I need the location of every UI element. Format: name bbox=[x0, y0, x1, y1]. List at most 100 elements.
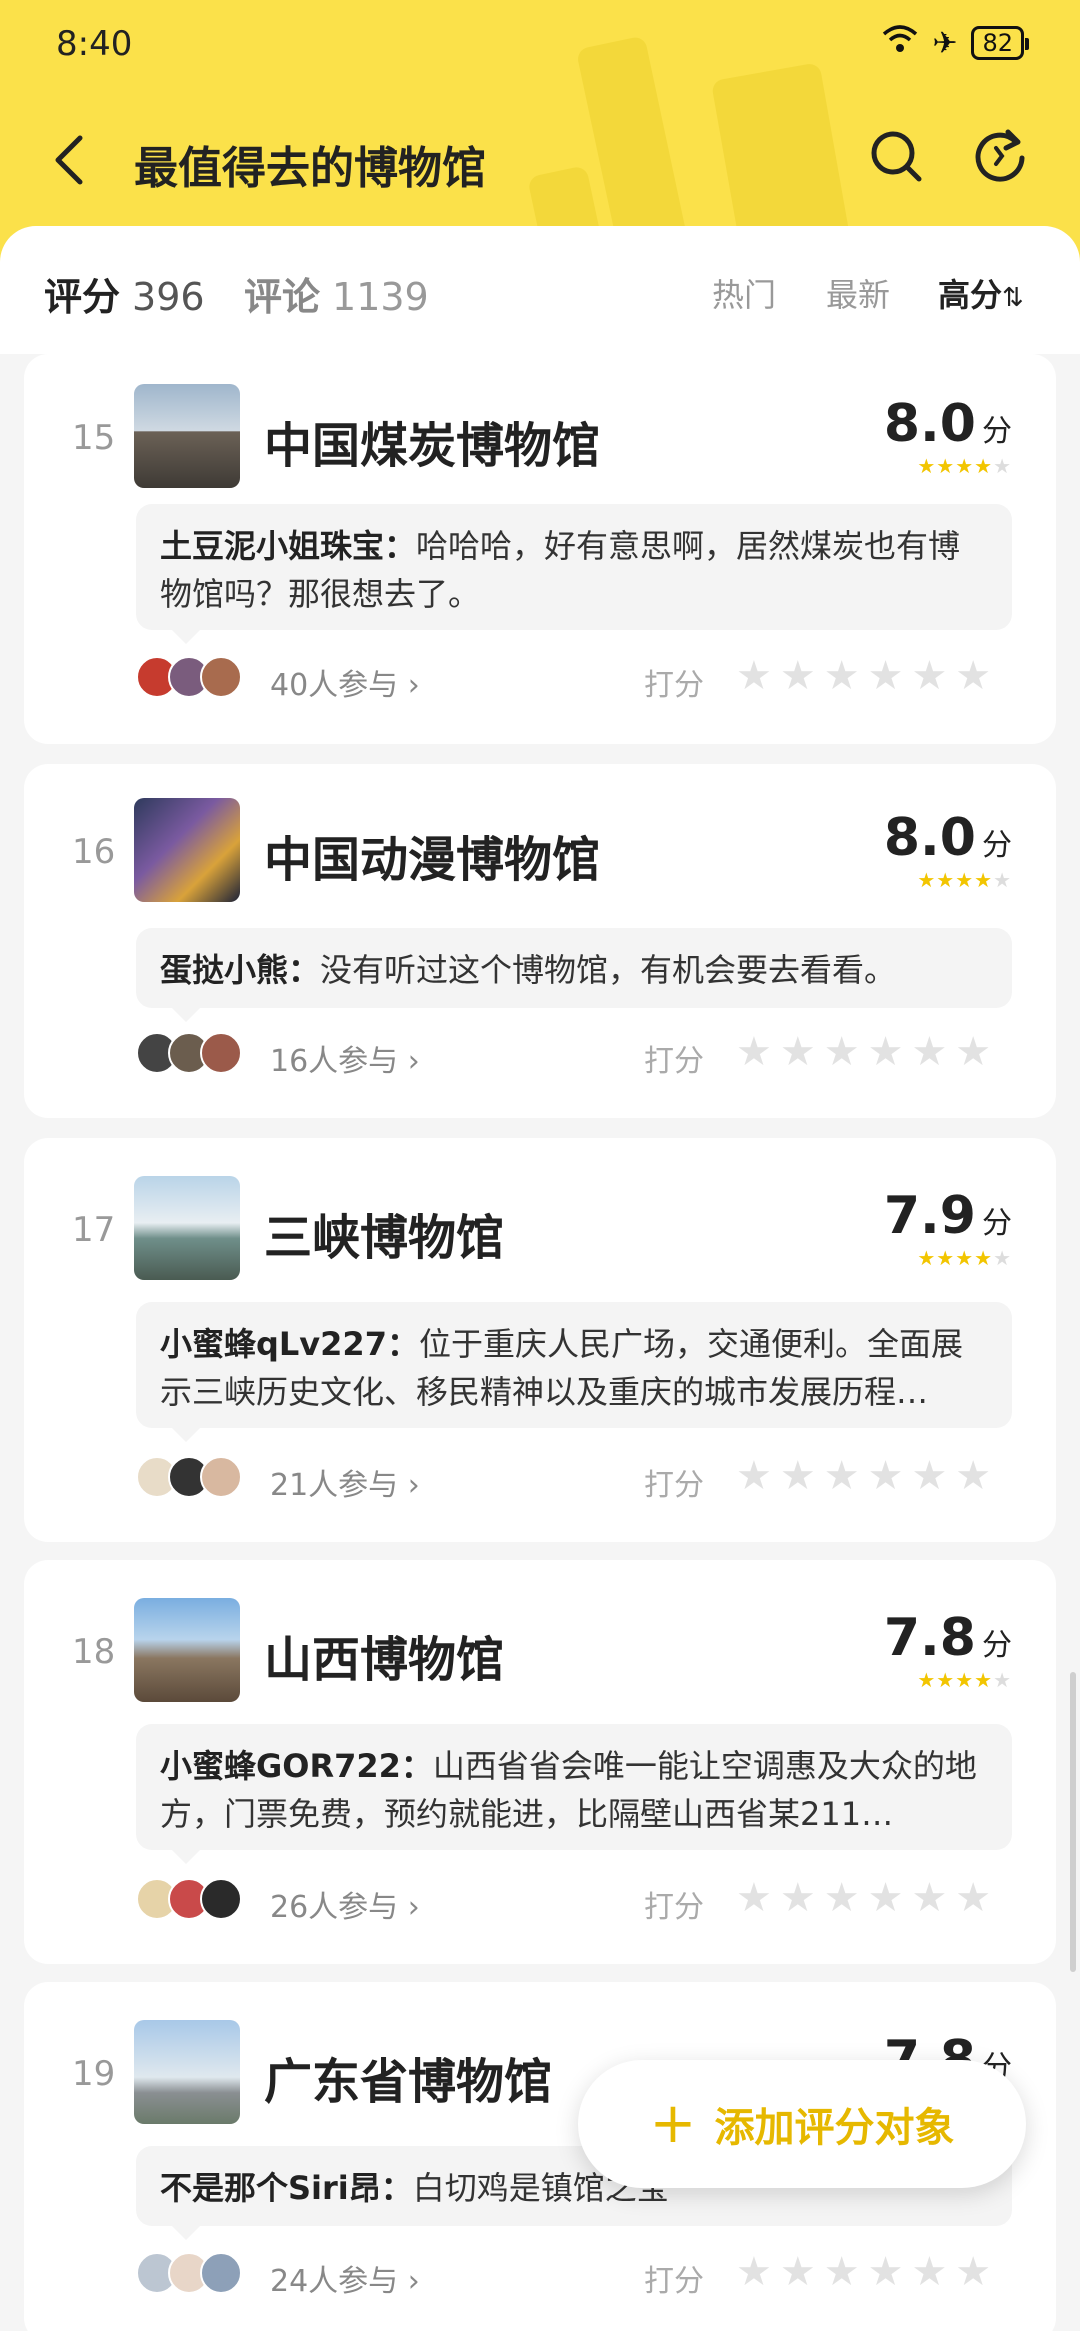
rank-number: 17 bbox=[72, 1210, 116, 1250]
participants-link[interactable]: 24人参与 › bbox=[270, 2256, 420, 2300]
score-value: 7.9 bbox=[883, 1186, 976, 1246]
sort-hot-tab[interactable]: 热门 bbox=[712, 270, 776, 316]
star-icon[interactable]: ★ bbox=[824, 656, 860, 696]
comment-text: 没有听过这个博物馆，有机会要去看看。 bbox=[320, 951, 897, 989]
star-icon[interactable]: ★ bbox=[955, 1032, 991, 1072]
rate-stars[interactable]: ★ ★ ★ ★ ★ ★ bbox=[736, 1456, 991, 1496]
commenter-name: 小蜜蜂qLv227： bbox=[160, 1325, 419, 1363]
star-icon[interactable]: ★ bbox=[824, 1456, 860, 1496]
star-icon[interactable]: ★ bbox=[911, 1878, 947, 1918]
commenter-name: 小蜜蜂GOR722： bbox=[160, 1747, 433, 1785]
item-score: 8.0 分 bbox=[884, 808, 1012, 868]
star-icon[interactable]: ★ bbox=[868, 2252, 904, 2292]
participants-link[interactable]: 40人参与 › bbox=[270, 660, 420, 704]
star-icon[interactable]: ★ bbox=[955, 2252, 991, 2292]
star-icon[interactable]: ★ bbox=[780, 2252, 816, 2292]
comment-box[interactable]: 土豆泥小姐珠宝：哈哈哈，好有意思啊，居然煤炭也有博物馆吗？那很想去了。 bbox=[136, 504, 1012, 644]
rate-label: 打分 bbox=[644, 2264, 704, 2299]
star-icon[interactable]: ★ bbox=[780, 656, 816, 696]
star-icon[interactable]: ★ bbox=[824, 2252, 860, 2292]
comment-box[interactable]: 蛋挞小熊：没有听过这个博物馆，有机会要去看看。 bbox=[136, 928, 1012, 1022]
list-item[interactable]: 15 中国煤炭博物馆 8.0 分 ★★★★★ 土豆泥小姐珠宝：哈哈哈，好有意思啊，… bbox=[24, 354, 1056, 744]
airplane-icon: ✈ bbox=[932, 25, 958, 61]
rate-stars[interactable]: ★ ★ ★ ★ ★ ★ bbox=[736, 2252, 991, 2292]
star-icon[interactable]: ★ bbox=[868, 1456, 904, 1496]
star-icon[interactable]: ★ bbox=[868, 656, 904, 696]
comment-count: 1139 bbox=[332, 275, 429, 319]
commenter-name: 蛋挞小熊： bbox=[160, 951, 321, 989]
participant-avatars bbox=[136, 1878, 242, 1920]
star-icon[interactable]: ★ bbox=[824, 1032, 860, 1072]
star-icon[interactable]: ★ bbox=[868, 1878, 904, 1918]
comment-box[interactable]: 小蜜蜂qLv227：位于重庆人民广场，交通便利。全面展示三峡历史文化、移民精神以… bbox=[136, 1302, 1012, 1442]
score-unit: 分 bbox=[982, 1206, 1012, 1241]
star-icon[interactable]: ★ bbox=[736, 1878, 772, 1918]
participant-avatars bbox=[136, 1456, 242, 1498]
add-rating-object-button[interactable]: + 添加评分对象 bbox=[578, 2060, 1026, 2188]
refresh-icon[interactable] bbox=[972, 128, 1028, 184]
score-value: 8.0 bbox=[883, 394, 976, 454]
item-name: 山西博物馆 bbox=[264, 1632, 505, 1688]
score-stars: ★★★★★ bbox=[917, 1246, 1012, 1270]
star-icon[interactable]: ★ bbox=[911, 2252, 947, 2292]
item-name: 中国动漫博物馆 bbox=[264, 832, 601, 888]
score-unit: 分 bbox=[982, 414, 1012, 449]
sort-high-tab[interactable]: 高分⇅ bbox=[938, 270, 1024, 316]
rank-number: 16 bbox=[72, 832, 116, 872]
back-button[interactable] bbox=[44, 122, 100, 198]
sort-new-tab[interactable]: 最新 bbox=[826, 270, 890, 316]
rank-number: 18 bbox=[72, 1632, 116, 1672]
participants-link[interactable]: 21人参与 › bbox=[270, 1460, 420, 1504]
star-icon[interactable]: ★ bbox=[955, 656, 991, 696]
comment-stat[interactable]: 评论 1139 bbox=[244, 266, 429, 321]
rate-stars[interactable]: ★ ★ ★ ★ ★ ★ bbox=[736, 1878, 991, 1918]
score-unit: 分 bbox=[982, 1628, 1012, 1663]
score-stat[interactable]: 评分 396 bbox=[44, 266, 205, 321]
rank-number: 19 bbox=[72, 2054, 116, 2094]
item-name: 中国煤炭博物馆 bbox=[264, 418, 601, 474]
score-unit: 分 bbox=[982, 828, 1012, 863]
rate-label: 打分 bbox=[644, 668, 704, 703]
list-item[interactable]: 16 中国动漫博物馆 8.0 分 ★★★★★ 蛋挞小熊：没有听过这个博物馆，有机会… bbox=[24, 764, 1056, 1118]
participants-link[interactable]: 26人参与 › bbox=[270, 1882, 420, 1926]
participants-link[interactable]: 16人参与 › bbox=[270, 1036, 420, 1080]
avatar bbox=[200, 1456, 242, 1498]
commenter-name: 土豆泥小姐珠宝： bbox=[160, 527, 417, 565]
search-icon[interactable] bbox=[868, 128, 924, 184]
star-icon[interactable]: ★ bbox=[955, 1878, 991, 1918]
item-thumbnail bbox=[134, 2020, 240, 2124]
star-icon[interactable]: ★ bbox=[911, 1032, 947, 1072]
rate-stars[interactable]: ★ ★ ★ ★ ★ ★ bbox=[736, 656, 991, 696]
star-icon[interactable]: ★ bbox=[736, 2252, 772, 2292]
scrollbar[interactable] bbox=[1070, 1672, 1076, 1972]
star-icon[interactable]: ★ bbox=[736, 1456, 772, 1496]
item-name: 广东省博物馆 bbox=[264, 2054, 553, 2110]
star-icon[interactable]: ★ bbox=[824, 1878, 860, 1918]
list-item[interactable]: 18 山西博物馆 7.8 分 ★★★★★ 小蜜蜂GOR722：山西省省会唯一能让空… bbox=[24, 1560, 1056, 1964]
list-item[interactable]: 17 三峡博物馆 7.9 分 ★★★★★ 小蜜蜂qLv227：位于重庆人民广场，交… bbox=[24, 1138, 1056, 1542]
avatar bbox=[200, 656, 242, 698]
comment-box[interactable]: 小蜜蜂GOR722：山西省省会唯一能让空调惠及大众的地方，门票免费，预约就能进，… bbox=[136, 1724, 1012, 1864]
star-icon[interactable]: ★ bbox=[780, 1456, 816, 1496]
wifi-icon bbox=[882, 24, 918, 62]
star-icon[interactable]: ★ bbox=[780, 1878, 816, 1918]
status-time: 8:40 bbox=[56, 24, 133, 64]
star-icon[interactable]: ★ bbox=[911, 656, 947, 696]
rate-stars[interactable]: ★ ★ ★ ★ ★ ★ bbox=[736, 1032, 991, 1072]
score-value: 7.8 bbox=[883, 1608, 976, 1668]
star-icon[interactable]: ★ bbox=[955, 1456, 991, 1496]
star-icon[interactable]: ★ bbox=[736, 1032, 772, 1072]
avatar bbox=[200, 1032, 242, 1074]
star-icon[interactable]: ★ bbox=[780, 1032, 816, 1072]
item-score: 7.8分 bbox=[884, 1608, 1012, 1668]
item-score: 8.0 分 bbox=[884, 394, 1012, 454]
star-icon[interactable]: ★ bbox=[911, 1456, 947, 1496]
rate-label: 打分 bbox=[644, 1044, 704, 1079]
star-icon[interactable]: ★ bbox=[736, 656, 772, 696]
commenter-name: 不是那个Siri昂： bbox=[160, 2169, 413, 2207]
item-thumbnail bbox=[134, 1598, 240, 1702]
score-value: 8.0 bbox=[883, 808, 976, 868]
item-score: 7.9 分 bbox=[884, 1186, 1012, 1246]
star-icon[interactable]: ★ bbox=[868, 1032, 904, 1072]
participant-avatars bbox=[136, 1032, 242, 1074]
